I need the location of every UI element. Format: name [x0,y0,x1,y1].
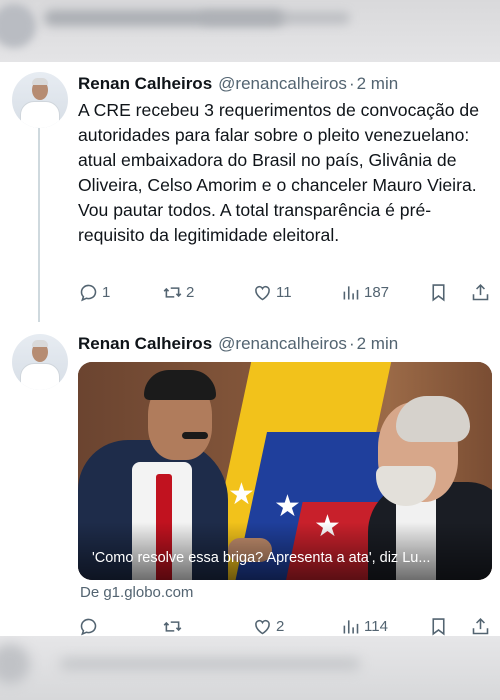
avatar-body [20,363,60,390]
avatar-hair [32,340,48,347]
avatar[interactable] [12,72,68,128]
flag-star: ★ [274,490,301,523]
views-button[interactable]: 187 [340,280,389,304]
author-name[interactable]: Renan Calheiros [78,74,212,94]
heart-icon [255,285,270,300]
reply-icon [80,284,97,301]
like-button[interactable]: 11 [252,280,292,304]
link-source[interactable]: De g1.globo.com [80,584,193,601]
blurred-avatar [0,644,30,684]
tweet-actions: 2 114 [78,614,496,638]
author-handle[interactable]: @renancalheiros [218,74,347,94]
flag-star: ★ [228,478,255,511]
blurred-previous-tweet [0,0,500,62]
tweet-timestamp[interactable]: 2 min [357,334,399,354]
avatar-hair [32,78,48,85]
reply-count: 1 [102,283,111,301]
share-icon [472,283,489,300]
thread-line [38,128,40,328]
tweet-1[interactable]: Renan Calheiros @renancalheiros · 2 min … [0,62,500,328]
retweet-count: 2 [186,283,195,301]
bookmark-button[interactable] [428,614,449,638]
bookmark-button[interactable] [428,280,449,304]
tweet-2[interactable]: Renan Calheiros @renancalheiros · 2 min … [0,322,500,636]
retweet-icon [163,620,182,632]
blurred-next-tweet [0,636,500,700]
blurred-text-secondary [200,12,350,24]
blurred-avatar [0,4,36,48]
avatar-body [20,101,60,128]
reply-icon [80,618,97,635]
heart-icon [255,619,270,634]
tweet-header: Renan Calheiros @renancalheiros · 2 min [78,74,398,94]
views-chart-icon [343,285,359,299]
views-chart-icon [343,619,359,633]
share-button[interactable] [470,280,491,304]
views-count: 114 [364,617,388,635]
retweet-button[interactable]: 2 [162,280,194,304]
author-handle[interactable]: @renancalheiros [218,334,347,354]
like-count: 2 [276,617,285,635]
views-button[interactable]: 114 [340,614,388,638]
retweet-button[interactable] [162,614,186,638]
tweet-timestamp[interactable]: 2 min [357,74,399,94]
link-card-image[interactable]: ★ ★ ★ 'Como resolve essa briga? Apresent… [78,362,492,580]
like-button[interactable]: 2 [252,614,284,638]
blurred-text [60,658,360,670]
header-separator: · [348,74,355,93]
views-count: 187 [364,283,390,301]
tweet-actions: 1 2 11 187 [78,280,496,304]
tweet-text: A CRE recebeu 3 requerimentos de convoca… [78,100,479,245]
bookmark-icon [432,617,445,636]
header-separator: · [348,334,355,353]
retweet-icon [163,286,182,298]
reply-button[interactable]: 1 [78,280,110,304]
author-name[interactable]: Renan Calheiros [78,334,212,354]
like-count: 11 [276,283,292,301]
share-icon [472,617,489,634]
tweet-header: Renan Calheiros @renancalheiros · 2 min [78,334,398,354]
person-right-hair [396,396,470,442]
share-button[interactable] [470,614,491,638]
person-left-hair [144,370,216,400]
person-left-mustache [182,432,208,439]
link-card-caption: 'Como resolve essa briga? Apresenta a at… [92,550,431,566]
avatar[interactable] [12,334,68,390]
bookmark-icon [432,283,445,302]
reply-button[interactable] [78,614,102,638]
